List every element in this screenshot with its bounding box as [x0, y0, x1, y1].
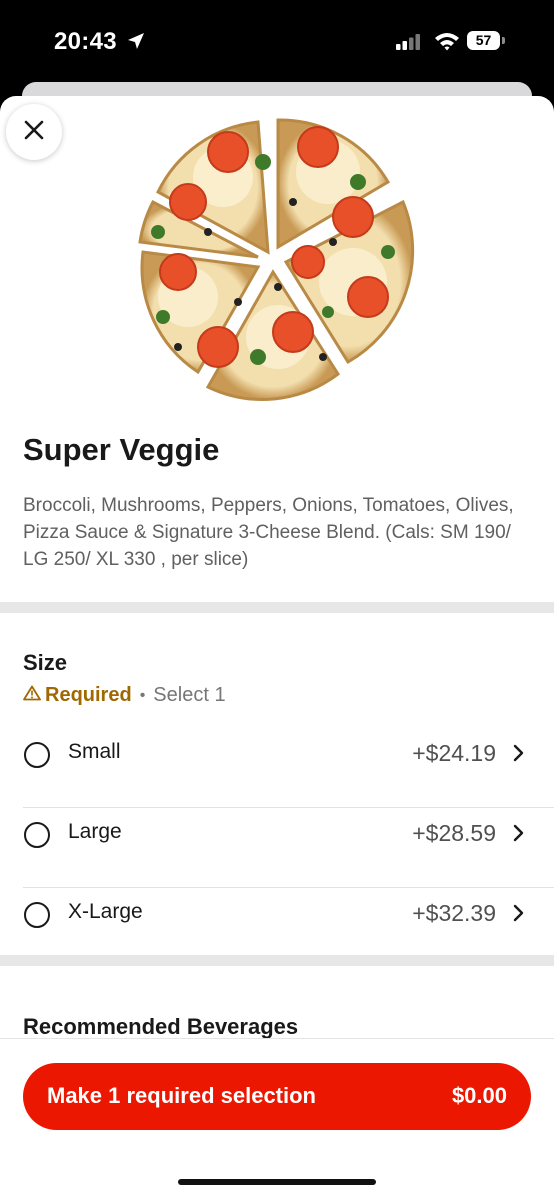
signal-icon: [396, 34, 424, 55]
option-label: Small: [68, 740, 121, 763]
battery-icon: 57: [467, 31, 505, 51]
cta-label: Make 1 required selection: [47, 1083, 316, 1108]
size-section-title: Size: [23, 650, 68, 675]
item-image-pizza: [118, 102, 418, 407]
radio-button[interactable]: [24, 742, 50, 768]
option-label: X-Large: [68, 900, 143, 923]
add-to-cart-button[interactable]: Make 1 required selection $0.00: [23, 1063, 531, 1130]
option-price: +$28.59: [412, 820, 496, 846]
status-time: 20:43: [54, 28, 117, 55]
wifi-icon: [434, 31, 460, 56]
chevron-right-icon: [512, 744, 526, 767]
section-divider: [0, 602, 554, 613]
chevron-right-icon: [512, 824, 526, 847]
close-button[interactable]: [6, 104, 62, 160]
option-label: Large: [68, 820, 122, 843]
home-indicator[interactable]: [178, 1179, 376, 1185]
section-divider: [0, 955, 554, 966]
location-arrow-icon: [126, 31, 146, 56]
warning-icon: [23, 684, 41, 707]
chevron-right-icon: [512, 904, 526, 927]
cta-price: $0.00: [451, 1083, 507, 1108]
size-option-small[interactable]: Small +$24.19: [0, 728, 554, 808]
item-title: Super Veggie: [23, 432, 220, 467]
radio-button[interactable]: [24, 902, 50, 928]
separator-dot: •: [139, 686, 146, 704]
battery-level: 57: [467, 31, 500, 50]
close-icon: [23, 119, 45, 146]
option-price: +$32.39: [412, 900, 496, 926]
option-price: +$24.19: [412, 740, 496, 766]
size-requirement: Required • Select 1: [23, 684, 226, 707]
item-description: Broccoli, Mushrooms, Peppers, Onions, To…: [23, 495, 514, 570]
beverages-section-title: Recommended Beverages: [23, 1014, 299, 1039]
select-count-text: Select 1: [153, 684, 226, 706]
bottom-action-bar: Make 1 required selection $0.00: [0, 1038, 554, 1200]
required-label: Required: [45, 684, 132, 706]
size-option-large[interactable]: Large +$28.59: [0, 808, 554, 888]
size-option-x-large[interactable]: X-Large +$32.39: [0, 888, 554, 954]
item-detail-sheet: Super Veggie Broccoli, Mushrooms, Pepper…: [0, 96, 554, 1200]
status-bar: 20:43 57: [0, 0, 554, 84]
radio-button[interactable]: [24, 822, 50, 848]
